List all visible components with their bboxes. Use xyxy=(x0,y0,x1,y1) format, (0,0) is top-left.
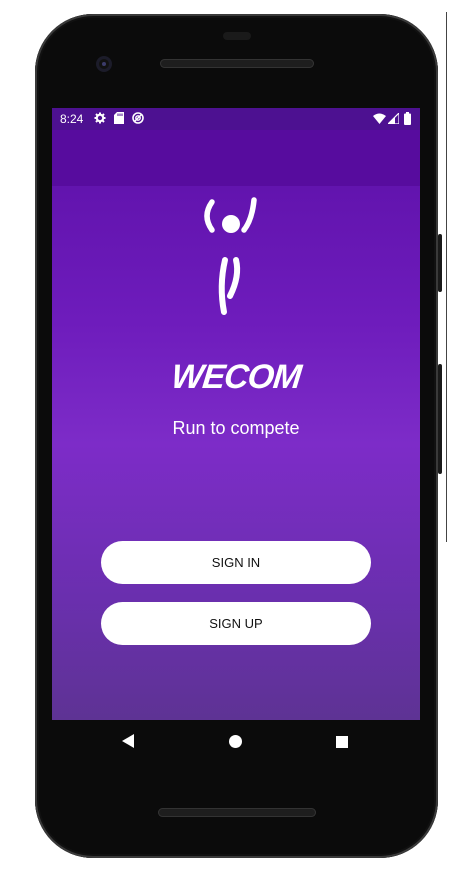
back-icon[interactable] xyxy=(122,734,134,748)
top-speaker xyxy=(160,59,314,68)
signal-icon xyxy=(388,113,399,124)
recent-apps-icon[interactable] xyxy=(336,736,348,748)
sd-card-icon xyxy=(114,112,124,124)
volume-button xyxy=(438,364,442,474)
sign-in-button[interactable]: SIGN IN xyxy=(101,541,371,584)
power-button xyxy=(438,234,442,292)
battery-icon xyxy=(404,112,411,125)
wifi-icon xyxy=(373,113,386,124)
sign-up-button[interactable]: SIGN UP xyxy=(101,602,371,645)
front-camera-icon xyxy=(96,56,112,72)
proximity-sensor xyxy=(223,32,251,40)
bottom-speaker xyxy=(158,808,316,817)
status-time: 8:24 xyxy=(60,112,84,126)
sync-icon xyxy=(132,112,144,124)
app-bar xyxy=(52,130,420,186)
home-icon[interactable] xyxy=(229,735,242,748)
gear-icon xyxy=(94,112,106,124)
status-bar: 8:24 xyxy=(52,108,420,130)
app-screen: 8:24 WECOM Run to compete SIGN IN SIGN U… xyxy=(52,108,420,720)
runner-figure-icon xyxy=(204,197,257,315)
app-brand-title: WECOM xyxy=(169,358,303,396)
window-border-line xyxy=(446,12,447,542)
app-tagline: Run to compete xyxy=(172,418,300,438)
navigation-bar xyxy=(52,720,420,764)
